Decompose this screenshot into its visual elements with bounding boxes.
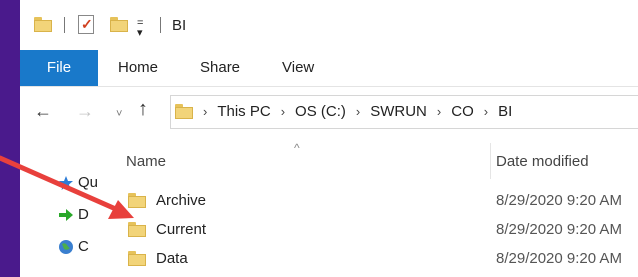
folder-icon xyxy=(34,17,52,32)
forward-button[interactable]: → xyxy=(76,101,94,121)
breadcrumb-separator: › xyxy=(355,104,361,119)
file-row-data[interactable]: Data 8/29/2020 9:20 AM xyxy=(104,245,638,274)
breadcrumb-separator: › xyxy=(280,104,286,119)
file-explorer-window: ✓ = ▾ BI File Home Share View ← → ˅ ↑ › T… xyxy=(20,0,638,277)
chevron-down-icon: ▾ xyxy=(137,27,143,39)
file-date: 8/29/2020 9:20 AM xyxy=(496,250,622,267)
tab-share[interactable]: Share xyxy=(200,50,240,86)
breadcrumb-this-pc[interactable]: This PC xyxy=(217,103,270,120)
properties-icon[interactable]: ✓ xyxy=(78,15,94,34)
breadcrumb: › This PC › OS (C:) › SWRUN › CO › BI xyxy=(203,96,512,128)
tab-home[interactable]: Home xyxy=(118,50,158,86)
breadcrumb-separator: › xyxy=(436,104,442,119)
nav-item-desktop[interactable]: D xyxy=(58,205,98,225)
nav-item-label: C xyxy=(78,238,89,255)
column-header-row: ^ Name Date modified xyxy=(104,139,638,183)
nav-item-quick-access[interactable]: Qu xyxy=(58,173,98,193)
breadcrumb-separator: › xyxy=(483,104,489,119)
file-date: 8/29/2020 9:20 AM xyxy=(496,192,622,209)
column-header-date-modified[interactable]: Date modified xyxy=(496,153,589,170)
download-arrow-icon xyxy=(59,209,73,221)
file-name: Archive xyxy=(156,192,207,209)
folder-icon xyxy=(128,193,146,208)
breadcrumb-os-c[interactable]: OS (C:) xyxy=(295,103,346,120)
folder-icon xyxy=(175,104,193,119)
back-button[interactable]: ← xyxy=(34,101,52,121)
breadcrumb-separator: › xyxy=(203,104,208,119)
window-title: BI xyxy=(172,17,187,34)
ribbon: File Home Share View xyxy=(20,50,638,87)
breadcrumb-swrun[interactable]: SWRUN xyxy=(370,103,427,120)
customize-toolbar-dropdown[interactable]: = ▾ xyxy=(137,18,143,39)
navigation-bar: ← → ˅ ↑ › This PC › OS (C:) › SWRUN › CO › BI xyxy=(20,87,638,139)
recent-locations-button[interactable]: ˅ xyxy=(116,104,122,124)
file-list: ^ Name Date modified Archive 8/29/2020 9… xyxy=(104,139,638,277)
new-folder-icon[interactable] xyxy=(110,17,128,32)
file-row-archive[interactable]: Archive 8/29/2020 9:20 AM xyxy=(104,187,638,216)
toolbar-separator xyxy=(160,17,161,33)
star-icon xyxy=(59,176,73,190)
up-button[interactable]: ↑ xyxy=(138,99,148,119)
nav-item-label: D xyxy=(78,206,89,223)
folder-icon xyxy=(128,222,146,237)
toolbar-separator xyxy=(64,17,65,33)
file-date: 8/29/2020 9:20 AM xyxy=(496,221,622,238)
address-bar[interactable]: › This PC › OS (C:) › SWRUN › CO › BI xyxy=(170,95,638,129)
column-divider[interactable] xyxy=(490,143,491,179)
column-header-name[interactable]: Name xyxy=(126,153,166,170)
file-name: Data xyxy=(156,250,188,267)
breadcrumb-co[interactable]: CO xyxy=(451,103,474,120)
tab-view[interactable]: View xyxy=(282,50,314,86)
sort-indicator-icon: ^ xyxy=(294,141,300,155)
file-name: Current xyxy=(156,221,207,238)
globe-icon xyxy=(59,240,73,254)
navigation-pane: Qu D C xyxy=(20,139,105,277)
file-tab[interactable]: File xyxy=(20,50,98,86)
title-bar: ✓ = ▾ BI xyxy=(20,0,638,50)
file-row-current[interactable]: Current 8/29/2020 9:20 AM xyxy=(104,216,638,245)
nav-item-creative-cloud[interactable]: C xyxy=(58,237,98,257)
folder-icon xyxy=(128,251,146,266)
breadcrumb-bi[interactable]: BI xyxy=(498,103,512,120)
nav-item-label: Qu xyxy=(78,174,99,191)
